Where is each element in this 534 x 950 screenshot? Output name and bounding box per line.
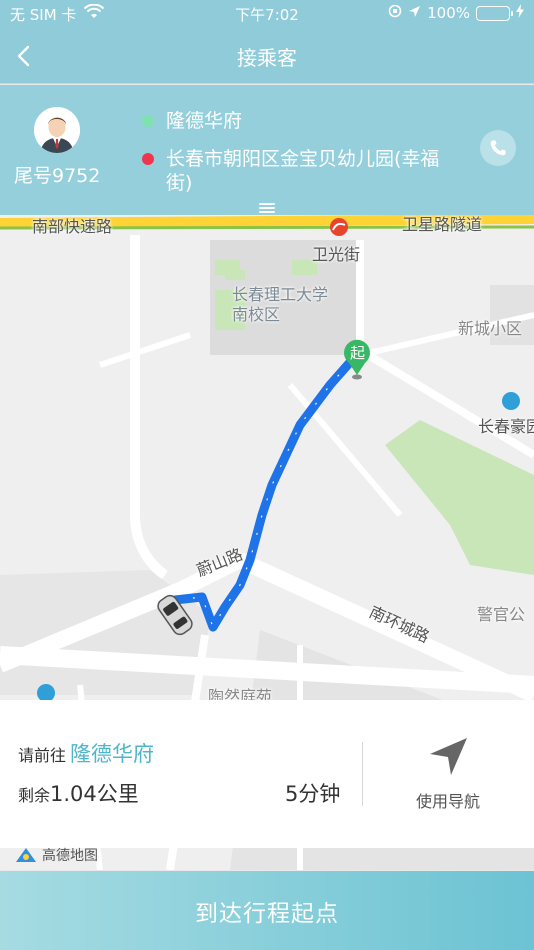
- map-label: 警官公: [477, 605, 526, 624]
- navigate-label: 使用导航: [415, 792, 480, 811]
- battery-percent: 100%: [427, 4, 470, 22]
- passenger-panel: 尾号9752 隆德华府 长春市朝阳区金宝贝幼儿园(幸福街): [0, 85, 534, 215]
- arrive-pickup-button[interactable]: 到达行程起点: [0, 871, 534, 950]
- remaining-distance: 1.04公里: [50, 782, 139, 806]
- map-label: 南部快速路: [32, 217, 113, 236]
- call-passenger-button[interactable]: [480, 130, 516, 166]
- map-label: 长春豪园: [478, 417, 534, 436]
- trip-info-card: 请前往 隆德华府 剩余1.04公里 5分钟 使用导航: [0, 700, 534, 848]
- metro-station-icon: [330, 218, 348, 236]
- passenger-tail-number: 尾号9752: [14, 165, 101, 187]
- nav-bar: 接乘客: [0, 28, 534, 84]
- remaining-row: 剩余1.04公里: [18, 778, 139, 808]
- remaining-label: 剩余: [18, 786, 51, 805]
- status-right: 100%: [388, 4, 524, 22]
- map-label: 卫光街: [312, 245, 361, 264]
- pickup-dot-icon: [142, 115, 154, 127]
- building-icon: [502, 392, 520, 410]
- battery-icon: [476, 5, 513, 21]
- dropoff-location: 长春市朝阳区金宝贝幼儿园(幸福街): [142, 147, 452, 195]
- goto-destination: 隆德华府: [70, 742, 155, 766]
- rotation-lock-icon: [388, 4, 402, 22]
- goto-label: 请前往: [18, 746, 67, 765]
- goto-row: 请前往 隆德华府: [18, 738, 154, 768]
- map-label: 长春理工大学南校区: [232, 285, 329, 324]
- pickup-marker-label: 起: [350, 344, 366, 362]
- page-title: 接乘客: [237, 46, 297, 70]
- map-logo-text: 高德地图: [42, 848, 98, 864]
- map-logo: 高德地图: [14, 845, 98, 865]
- divider: [362, 742, 363, 806]
- drag-handle-icon[interactable]: [259, 203, 275, 213]
- phone-icon: [490, 140, 506, 156]
- eta-value: 5分钟: [285, 782, 341, 806]
- map-label: 卫星路隧道: [402, 215, 483, 234]
- dropoff-dot-icon: [142, 153, 154, 165]
- navigate-button[interactable]: 使用导航: [400, 736, 496, 816]
- passenger-avatar: [34, 107, 80, 153]
- map-label: 新城小区: [458, 319, 523, 338]
- status-bar: 无 SIM 卡 下午7:02 100%: [0, 0, 534, 28]
- pickup-name: 隆德华府: [166, 110, 243, 132]
- navigation-arrow-icon: [430, 738, 467, 775]
- pickup-location: 隆德华府: [142, 109, 242, 133]
- charging-icon: [516, 4, 524, 22]
- dropoff-name: 长春市朝阳区金宝贝幼儿园(幸福街): [166, 148, 440, 194]
- amap-logo-icon: [16, 848, 36, 862]
- location-arrow-icon: [408, 4, 421, 22]
